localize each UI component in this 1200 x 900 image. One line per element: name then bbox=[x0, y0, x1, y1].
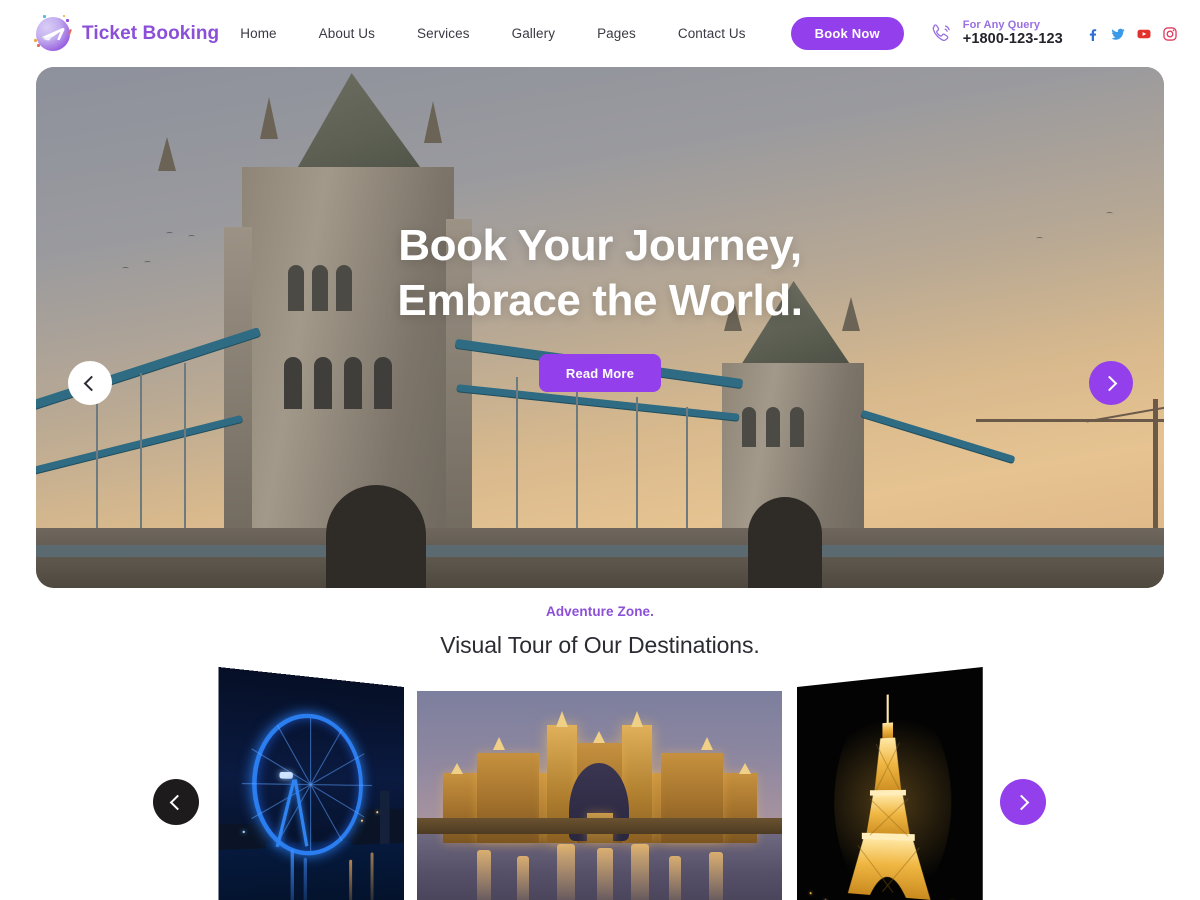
water-reflection bbox=[290, 849, 294, 900]
nav-item-about-us[interactable]: About Us bbox=[298, 26, 396, 41]
water-reflection bbox=[597, 848, 613, 900]
tower-window bbox=[742, 407, 756, 447]
nav-item-home[interactable]: Home bbox=[219, 26, 297, 41]
tower-spire bbox=[556, 711, 568, 727]
section-eyebrow: Adventure Zone. bbox=[545, 604, 654, 619]
tower-spire bbox=[424, 101, 442, 143]
cable-hanger bbox=[516, 377, 518, 553]
tower-spire bbox=[493, 737, 505, 750]
destinations-carousel bbox=[0, 666, 1200, 900]
chevron-left-icon bbox=[83, 375, 100, 391]
nav-item-services[interactable]: Services bbox=[396, 26, 491, 41]
nav-item-gallery[interactable]: Gallery bbox=[491, 26, 576, 41]
facebook-icon[interactable] bbox=[1085, 27, 1099, 41]
tower-arch bbox=[326, 485, 426, 588]
social-links bbox=[1085, 26, 1177, 41]
confetti-dot bbox=[37, 43, 40, 47]
water-reflection bbox=[631, 844, 649, 900]
water-reflection bbox=[477, 850, 491, 900]
book-now-button[interactable]: Book Now bbox=[790, 17, 904, 50]
water-reflection bbox=[370, 852, 374, 900]
bridge-deck bbox=[36, 528, 1164, 588]
nav-item-contact-us[interactable]: Contact Us bbox=[657, 26, 767, 41]
chevron-left-icon bbox=[169, 794, 186, 810]
tower-spire bbox=[739, 763, 751, 774]
read-more-button[interactable]: Read More bbox=[538, 354, 662, 393]
page-title: Visual Tour of Our Destinations. bbox=[440, 632, 760, 658]
nav-item-pages[interactable]: Pages bbox=[576, 26, 657, 41]
brand-logo[interactable]: Ticket Booking bbox=[33, 14, 220, 51]
hero-prev-button[interactable] bbox=[68, 361, 112, 405]
phone-ring-icon bbox=[932, 23, 950, 41]
gallery-prev-button[interactable] bbox=[153, 779, 199, 825]
city-skyline bbox=[218, 823, 266, 851]
gallery-next-button[interactable] bbox=[1000, 779, 1046, 825]
tower-arch bbox=[748, 497, 822, 588]
youtube-icon[interactable] bbox=[1137, 27, 1151, 41]
wheel-spoke bbox=[251, 753, 365, 820]
water-reflection bbox=[349, 859, 353, 900]
tower-spire bbox=[158, 137, 176, 171]
confetti-dot bbox=[66, 18, 69, 22]
contact-query-block[interactable]: For Any Query +1800-123-123 bbox=[928, 19, 1063, 48]
contact-number: +1800-123-123 bbox=[962, 31, 1063, 48]
water-reflection bbox=[669, 856, 681, 900]
water-reflection bbox=[303, 857, 307, 900]
main-navigation: Home About Us Services Gallery Pages Con… bbox=[219, 17, 1177, 50]
chevron-right-icon bbox=[1013, 794, 1030, 810]
tower-spire bbox=[451, 763, 463, 774]
tower-window bbox=[790, 407, 804, 447]
slide-atlantis-palm[interactable] bbox=[417, 691, 782, 900]
crane-jib bbox=[976, 419, 1164, 422]
hero-content: Book Your Journey, Embrace the World. Re… bbox=[36, 219, 1164, 393]
site-header: Ticket Booking Home About Us Services Ga… bbox=[0, 0, 1200, 67]
hero-next-button[interactable] bbox=[1089, 361, 1133, 405]
crane-mast bbox=[1153, 399, 1158, 529]
chevron-right-icon bbox=[1101, 375, 1118, 391]
slide-eiffel-tower[interactable] bbox=[797, 666, 983, 900]
confetti-dot bbox=[63, 14, 65, 17]
bird-silhouette bbox=[1106, 212, 1113, 215]
confetti-dot bbox=[68, 28, 72, 35]
water-reflection bbox=[517, 856, 529, 900]
tower-spire bbox=[593, 731, 605, 743]
shoreline bbox=[417, 818, 782, 834]
eiffel-tower-shape bbox=[847, 694, 931, 900]
contact-label: For Any Query bbox=[962, 18, 1041, 31]
globe-airplane-icon bbox=[33, 14, 72, 51]
hero-section: Book Your Journey, Embrace the World. Re… bbox=[0, 67, 1200, 588]
city-light bbox=[360, 819, 363, 822]
destinations-section-header: Adventure Zone. Visual Tour of Our Desti… bbox=[0, 588, 1200, 659]
confetti-dot bbox=[43, 14, 46, 18]
tower-window bbox=[766, 407, 780, 447]
twitter-icon[interactable] bbox=[1111, 27, 1125, 41]
water-reflection bbox=[709, 852, 723, 900]
hero-title: Book Your Journey, Embrace the World. bbox=[397, 219, 803, 328]
water-reflection bbox=[557, 844, 575, 900]
city-light bbox=[376, 811, 379, 814]
tower-spire bbox=[701, 737, 713, 750]
instagram-icon[interactable] bbox=[1163, 26, 1177, 41]
bridge-railing bbox=[36, 545, 1164, 557]
confetti-dot bbox=[33, 38, 38, 42]
tower-spire bbox=[631, 711, 643, 727]
hero-title-line-1: Book Your Journey, bbox=[398, 221, 802, 270]
slide-london-eye[interactable] bbox=[218, 666, 404, 900]
brand-name: Ticket Booking bbox=[82, 22, 220, 44]
airplane-glyph bbox=[41, 27, 65, 40]
tower-spire bbox=[260, 97, 278, 139]
big-ben bbox=[380, 790, 390, 844]
hero-title-line-2: Embrace the World. bbox=[397, 275, 803, 325]
wheel-hub bbox=[279, 771, 293, 779]
city-light bbox=[809, 892, 812, 895]
hero-slide: Book Your Journey, Embrace the World. Re… bbox=[36, 67, 1164, 588]
